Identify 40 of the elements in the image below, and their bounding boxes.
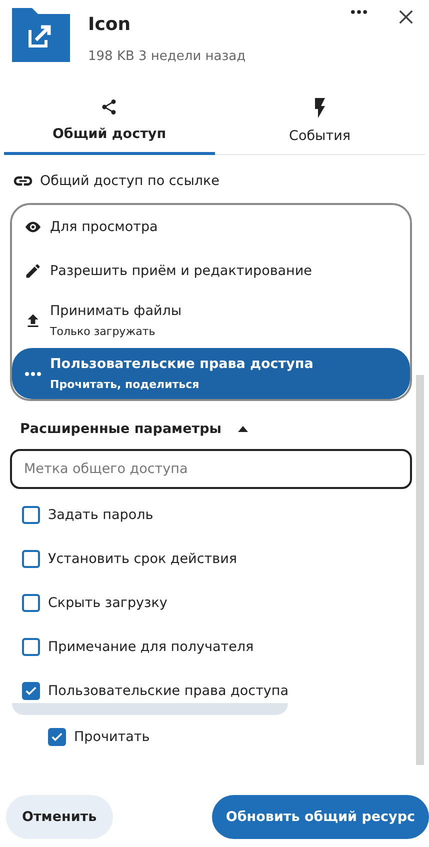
checkbox[interactable] xyxy=(48,728,66,746)
checkbox[interactable] xyxy=(22,638,40,656)
dots-icon xyxy=(24,372,42,376)
checkbox[interactable] xyxy=(22,682,40,700)
option-label: Установить срок действия xyxy=(48,551,237,567)
link-share-label: Общий доступ по ссылке xyxy=(40,173,220,189)
scrollbar[interactable] xyxy=(416,375,424,765)
checkbox[interactable] xyxy=(22,550,40,568)
tab[interactable]: Общий доступ xyxy=(4,92,214,155)
option-label: Принимать файлы xyxy=(50,303,182,319)
advanced-toggle[interactable]: Расширенные параметры xyxy=(10,401,250,449)
checkbox[interactable] xyxy=(22,506,40,524)
option-subtitle: Прочитать, поделиться xyxy=(50,378,200,391)
pencil-icon xyxy=(24,262,42,280)
option-label: Прочитать xyxy=(74,729,150,745)
more-icon xyxy=(351,10,367,14)
option-label: Для просмотра xyxy=(50,219,158,235)
checkmark-icon xyxy=(24,684,38,698)
link-icon xyxy=(12,174,34,188)
option-label: Пользовательские права доступа xyxy=(48,683,289,699)
update-share-button[interactable]: Обновить общий ресурс xyxy=(212,795,429,839)
caret-icon xyxy=(237,425,250,433)
option-subtitle: Только загружать xyxy=(50,325,156,338)
option-label: Пользовательские права доступа xyxy=(50,356,314,372)
option-label: Скрыть загрузку xyxy=(48,595,168,611)
close-icon xyxy=(399,10,413,24)
folder-icon xyxy=(10,6,72,64)
cancel-button[interactable]: Отменить xyxy=(6,795,113,839)
permission-option[interactable]: Пользовательские права доступа Прочитать, поделиться xyxy=(12,348,410,399)
checkbox[interactable] xyxy=(22,594,40,612)
file-meta: 198 KB 3 недели назад xyxy=(88,49,247,64)
option-label: Примечание для получателя xyxy=(48,639,254,655)
checkmark-icon xyxy=(50,730,64,744)
share-icon xyxy=(100,98,118,116)
file-title: Icon xyxy=(88,14,132,35)
option-label: Задать пароль xyxy=(48,507,154,523)
option-label: Разрешить приём и редактирование xyxy=(50,263,312,279)
tab[interactable]: События xyxy=(214,92,425,155)
label-input[interactable]: Метка общего доступа xyxy=(10,449,412,489)
lightning-icon xyxy=(314,98,325,118)
